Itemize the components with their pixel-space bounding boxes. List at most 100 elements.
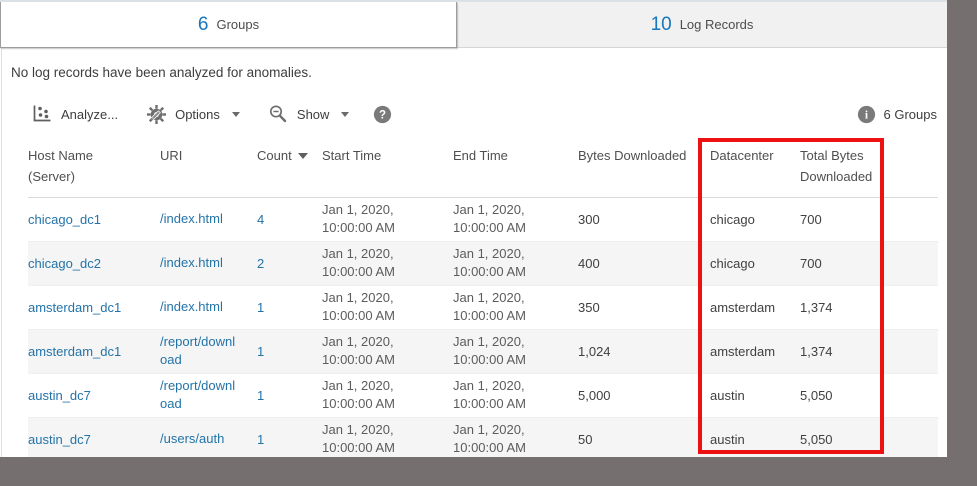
header-start-time[interactable]: Start Time [322, 146, 453, 188]
total-bytes-cell: 1,374 [800, 299, 833, 315]
no-anomalies-message: No log records have been analyzed for an… [11, 65, 312, 80]
tab-groups[interactable]: 6 Groups [0, 2, 457, 48]
options-label: Options [175, 106, 220, 122]
bytes-cell: 5,000 [578, 387, 611, 403]
table-body: chicago_dc1 /index.html 4 Jan 1, 2020, 1… [28, 198, 938, 457]
host-cell: austin_dc7 [28, 432, 160, 447]
end-time-cell: Jan 1, 2020, 10:00:00 AM [453, 289, 526, 324]
host-link[interactable]: chicago_dc1 [28, 212, 101, 227]
tab-log-records[interactable]: 10 Log Records [457, 2, 947, 48]
count-link[interactable]: 1 [257, 344, 264, 359]
show-label: Show [296, 106, 330, 122]
groups-tab-label: Groups [216, 17, 260, 32]
header-bytes-downloaded[interactable]: Bytes Downloaded [578, 146, 710, 188]
host-link[interactable]: amsterdam_dc1 [28, 300, 121, 315]
count-link[interactable]: 4 [257, 212, 264, 227]
groups-count: 6 [197, 13, 209, 35]
bytes-cell: 1,024 [578, 343, 611, 359]
header-count-label: Count [257, 148, 292, 163]
log-records-count: 10 [650, 13, 672, 35]
end-time-cell: Jan 1, 2020, 10:00:00 AM [453, 333, 526, 368]
sort-caret-down-icon[interactable] [297, 153, 308, 159]
uri-cell: /index.html [160, 254, 257, 272]
gear-pencil-icon [146, 104, 167, 125]
total-bytes-cell: 700 [800, 211, 822, 227]
groups-table: Host Name (Server) URI Count Start Time … [0, 141, 947, 457]
uri-link[interactable]: /users/auth [160, 430, 224, 448]
zoom-out-magnifier-icon [268, 104, 289, 124]
datacenter-cell: chicago [710, 255, 755, 271]
screen: 6 Groups 10 Log Records No log records h… [0, 0, 977, 486]
analyze-button[interactable]: Analyze... [30, 104, 118, 124]
datacenter-cell: austin [710, 387, 745, 403]
tab-bar: 6 Groups 10 Log Records [0, 0, 947, 48]
count-cell: 1 [257, 388, 322, 403]
total-bytes-cell: 700 [800, 255, 822, 271]
header-uri[interactable]: URI [160, 146, 257, 188]
header-filler [884, 146, 938, 188]
bytes-cell: 300 [578, 211, 600, 227]
datacenter-cell: austin [710, 431, 745, 447]
count-link[interactable]: 1 [257, 300, 264, 315]
panel-left-border [1, 48, 2, 457]
datacenter-cell: amsterdam [710, 343, 776, 359]
host-link[interactable]: austin_dc7 [28, 432, 91, 447]
info-circle-icon[interactable]: i [857, 105, 876, 124]
end-time-cell: Jan 1, 2020, 10:00:00 AM [453, 201, 526, 236]
uri-cell: /index.html [160, 210, 257, 228]
uri-link[interactable]: /report/download [160, 333, 240, 369]
scatter-plot-icon [30, 104, 53, 124]
header-count[interactable]: Count [257, 146, 322, 188]
bytes-cell: 400 [578, 255, 600, 271]
groups-summary-label: 6 Groups [883, 106, 937, 122]
count-cell: 1 [257, 344, 322, 359]
show-caret-down-icon [341, 111, 350, 117]
count-link[interactable]: 2 [257, 256, 264, 271]
host-cell: amsterdam_dc1 [28, 300, 160, 315]
start-time-cell: Jan 1, 2020, 10:00:00 AM [322, 245, 395, 280]
host-cell: amsterdam_dc1 [28, 344, 160, 359]
options-caret-down-icon [231, 111, 240, 117]
host-link[interactable]: chicago_dc2 [28, 256, 101, 271]
header-datacenter[interactable]: Datacenter [710, 146, 800, 188]
total-bytes-cell: 1,374 [800, 343, 833, 359]
analyze-label: Analyze... [61, 106, 119, 122]
table-row: austin_dc7 /report/download 1 Jan 1, 202… [28, 374, 938, 418]
start-time-cell: Jan 1, 2020, 10:00:00 AM [322, 201, 395, 236]
host-cell: austin_dc7 [28, 388, 160, 403]
log-records-tab-label: Log Records [679, 17, 754, 32]
host-link[interactable]: amsterdam_dc1 [28, 344, 121, 359]
datacenter-cell: amsterdam [710, 299, 776, 315]
count-link[interactable]: 1 [257, 388, 264, 403]
header-host-name[interactable]: Host Name (Server) [28, 146, 160, 188]
uri-link[interactable]: /index.html [160, 254, 223, 272]
datacenter-cell: chicago [710, 211, 755, 227]
bytes-cell: 50 [578, 431, 593, 447]
count-cell: 4 [257, 212, 322, 227]
uri-link[interactable]: /index.html [160, 210, 223, 228]
host-link[interactable]: austin_dc7 [28, 388, 91, 403]
options-button[interactable]: Options [146, 104, 240, 125]
host-cell: chicago_dc2 [28, 256, 160, 271]
header-end-time[interactable]: End Time [453, 146, 578, 188]
show-button[interactable]: Show [268, 104, 350, 124]
start-time-cell: Jan 1, 2020, 10:00:00 AM [322, 421, 395, 456]
count-cell: 1 [257, 432, 322, 447]
table-row: amsterdam_dc1 /report/download 1 Jan 1, … [28, 329, 938, 374]
count-link[interactable]: 1 [257, 432, 264, 447]
help-button[interactable]: ? [373, 105, 392, 124]
uri-link[interactable]: /index.html [160, 298, 223, 316]
uri-link[interactable]: /report/download [160, 377, 240, 413]
toolbar: Analyze... Options Show ? i 6 Groups [0, 101, 947, 127]
bytes-cell: 350 [578, 299, 600, 315]
header-total-bytes[interactable]: Total Bytes Downloaded [800, 146, 884, 188]
start-time-cell: Jan 1, 2020, 10:00:00 AM [322, 333, 395, 368]
log-analysis-panel: 6 Groups 10 Log Records No log records h… [0, 0, 947, 457]
count-cell: 1 [257, 300, 322, 315]
table-row: chicago_dc2 /index.html 2 Jan 1, 2020, 1… [28, 241, 938, 286]
uri-cell: /report/download [160, 333, 257, 369]
uri-cell: /index.html [160, 298, 257, 316]
end-time-cell: Jan 1, 2020, 10:00:00 AM [453, 377, 526, 412]
total-bytes-cell: 5,050 [800, 387, 833, 403]
groups-summary: i 6 Groups [857, 105, 937, 124]
